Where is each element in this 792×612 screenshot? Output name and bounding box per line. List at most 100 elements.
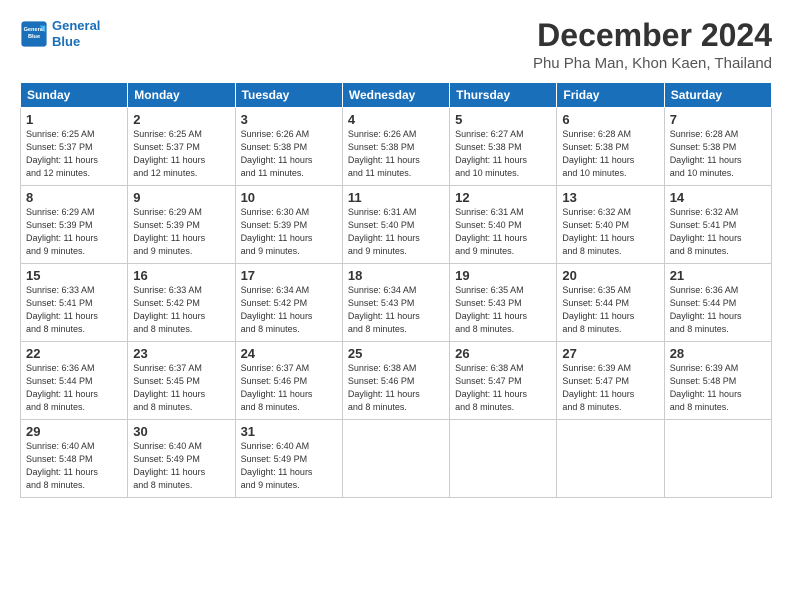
- week-row-2: 8Sunrise: 6:29 AM Sunset: 5:39 PM Daylig…: [21, 186, 772, 264]
- calendar-cell: [557, 420, 664, 498]
- day-info: Sunrise: 6:28 AM Sunset: 5:38 PM Dayligh…: [670, 128, 766, 180]
- calendar-cell: 29Sunrise: 6:40 AM Sunset: 5:48 PM Dayli…: [21, 420, 128, 498]
- calendar-cell: 13Sunrise: 6:32 AM Sunset: 5:40 PM Dayli…: [557, 186, 664, 264]
- day-info: Sunrise: 6:40 AM Sunset: 5:49 PM Dayligh…: [241, 440, 337, 492]
- logo-line1: General: [52, 18, 100, 34]
- day-number: 23: [133, 346, 229, 361]
- calendar-cell: 15Sunrise: 6:33 AM Sunset: 5:41 PM Dayli…: [21, 264, 128, 342]
- header-thursday: Thursday: [450, 83, 557, 108]
- svg-text:Blue: Blue: [28, 34, 40, 40]
- day-number: 22: [26, 346, 122, 361]
- week-row-3: 15Sunrise: 6:33 AM Sunset: 5:41 PM Dayli…: [21, 264, 772, 342]
- day-info: Sunrise: 6:39 AM Sunset: 5:47 PM Dayligh…: [562, 362, 658, 414]
- calendar-header-row: SundayMondayTuesdayWednesdayThursdayFrid…: [21, 83, 772, 108]
- week-row-4: 22Sunrise: 6:36 AM Sunset: 5:44 PM Dayli…: [21, 342, 772, 420]
- calendar: SundayMondayTuesdayWednesdayThursdayFrid…: [20, 82, 772, 498]
- logo-line2: Blue: [52, 34, 100, 50]
- calendar-cell: 19Sunrise: 6:35 AM Sunset: 5:43 PM Dayli…: [450, 264, 557, 342]
- logo-icon: General Blue: [20, 20, 48, 48]
- calendar-cell: [342, 420, 449, 498]
- header-tuesday: Tuesday: [235, 83, 342, 108]
- header-sunday: Sunday: [21, 83, 128, 108]
- day-number: 10: [241, 190, 337, 205]
- day-info: Sunrise: 6:29 AM Sunset: 5:39 PM Dayligh…: [133, 206, 229, 258]
- day-info: Sunrise: 6:32 AM Sunset: 5:40 PM Dayligh…: [562, 206, 658, 258]
- header-monday: Monday: [128, 83, 235, 108]
- calendar-cell: 3Sunrise: 6:26 AM Sunset: 5:38 PM Daylig…: [235, 108, 342, 186]
- day-number: 2: [133, 112, 229, 127]
- calendar-cell: 21Sunrise: 6:36 AM Sunset: 5:44 PM Dayli…: [664, 264, 771, 342]
- calendar-cell: 2Sunrise: 6:25 AM Sunset: 5:37 PM Daylig…: [128, 108, 235, 186]
- day-info: Sunrise: 6:28 AM Sunset: 5:38 PM Dayligh…: [562, 128, 658, 180]
- week-row-1: 1Sunrise: 6:25 AM Sunset: 5:37 PM Daylig…: [21, 108, 772, 186]
- day-number: 14: [670, 190, 766, 205]
- calendar-cell: 10Sunrise: 6:30 AM Sunset: 5:39 PM Dayli…: [235, 186, 342, 264]
- day-number: 13: [562, 190, 658, 205]
- calendar-cell: 8Sunrise: 6:29 AM Sunset: 5:39 PM Daylig…: [21, 186, 128, 264]
- calendar-cell: 5Sunrise: 6:27 AM Sunset: 5:38 PM Daylig…: [450, 108, 557, 186]
- day-number: 15: [26, 268, 122, 283]
- day-info: Sunrise: 6:34 AM Sunset: 5:43 PM Dayligh…: [348, 284, 444, 336]
- calendar-cell: 22Sunrise: 6:36 AM Sunset: 5:44 PM Dayli…: [21, 342, 128, 420]
- day-number: 25: [348, 346, 444, 361]
- day-info: Sunrise: 6:40 AM Sunset: 5:49 PM Dayligh…: [133, 440, 229, 492]
- day-number: 20: [562, 268, 658, 283]
- day-info: Sunrise: 6:37 AM Sunset: 5:46 PM Dayligh…: [241, 362, 337, 414]
- day-number: 1: [26, 112, 122, 127]
- day-info: Sunrise: 6:34 AM Sunset: 5:42 PM Dayligh…: [241, 284, 337, 336]
- calendar-cell: 24Sunrise: 6:37 AM Sunset: 5:46 PM Dayli…: [235, 342, 342, 420]
- calendar-cell: 6Sunrise: 6:28 AM Sunset: 5:38 PM Daylig…: [557, 108, 664, 186]
- header-friday: Friday: [557, 83, 664, 108]
- day-info: Sunrise: 6:39 AM Sunset: 5:48 PM Dayligh…: [670, 362, 766, 414]
- calendar-cell: 1Sunrise: 6:25 AM Sunset: 5:37 PM Daylig…: [21, 108, 128, 186]
- header-wednesday: Wednesday: [342, 83, 449, 108]
- calendar-cell: 7Sunrise: 6:28 AM Sunset: 5:38 PM Daylig…: [664, 108, 771, 186]
- calendar-cell: 12Sunrise: 6:31 AM Sunset: 5:40 PM Dayli…: [450, 186, 557, 264]
- day-number: 4: [348, 112, 444, 127]
- title-block: December 2024 Phu Pha Man, Khon Kaen, Th…: [533, 18, 772, 72]
- day-number: 16: [133, 268, 229, 283]
- day-info: Sunrise: 6:30 AM Sunset: 5:39 PM Dayligh…: [241, 206, 337, 258]
- day-number: 29: [26, 424, 122, 439]
- day-info: Sunrise: 6:36 AM Sunset: 5:44 PM Dayligh…: [670, 284, 766, 336]
- day-info: Sunrise: 6:26 AM Sunset: 5:38 PM Dayligh…: [241, 128, 337, 180]
- header-saturday: Saturday: [664, 83, 771, 108]
- calendar-cell: 20Sunrise: 6:35 AM Sunset: 5:44 PM Dayli…: [557, 264, 664, 342]
- main-title: December 2024: [533, 18, 772, 53]
- day-number: 21: [670, 268, 766, 283]
- day-number: 28: [670, 346, 766, 361]
- calendar-cell: [664, 420, 771, 498]
- calendar-cell: 16Sunrise: 6:33 AM Sunset: 5:42 PM Dayli…: [128, 264, 235, 342]
- day-number: 11: [348, 190, 444, 205]
- day-number: 18: [348, 268, 444, 283]
- day-number: 31: [241, 424, 337, 439]
- day-number: 26: [455, 346, 551, 361]
- calendar-cell: 9Sunrise: 6:29 AM Sunset: 5:39 PM Daylig…: [128, 186, 235, 264]
- day-number: 7: [670, 112, 766, 127]
- calendar-cell: 27Sunrise: 6:39 AM Sunset: 5:47 PM Dayli…: [557, 342, 664, 420]
- logo-text: General Blue: [52, 18, 100, 49]
- day-number: 17: [241, 268, 337, 283]
- day-info: Sunrise: 6:26 AM Sunset: 5:38 PM Dayligh…: [348, 128, 444, 180]
- day-info: Sunrise: 6:37 AM Sunset: 5:45 PM Dayligh…: [133, 362, 229, 414]
- calendar-cell: 30Sunrise: 6:40 AM Sunset: 5:49 PM Dayli…: [128, 420, 235, 498]
- calendar-cell: 31Sunrise: 6:40 AM Sunset: 5:49 PM Dayli…: [235, 420, 342, 498]
- day-info: Sunrise: 6:36 AM Sunset: 5:44 PM Dayligh…: [26, 362, 122, 414]
- week-row-5: 29Sunrise: 6:40 AM Sunset: 5:48 PM Dayli…: [21, 420, 772, 498]
- day-number: 30: [133, 424, 229, 439]
- day-info: Sunrise: 6:35 AM Sunset: 5:44 PM Dayligh…: [562, 284, 658, 336]
- day-info: Sunrise: 6:29 AM Sunset: 5:39 PM Dayligh…: [26, 206, 122, 258]
- subtitle: Phu Pha Man, Khon Kaen, Thailand: [533, 55, 772, 72]
- day-number: 9: [133, 190, 229, 205]
- calendar-cell: 11Sunrise: 6:31 AM Sunset: 5:40 PM Dayli…: [342, 186, 449, 264]
- day-number: 24: [241, 346, 337, 361]
- day-info: Sunrise: 6:35 AM Sunset: 5:43 PM Dayligh…: [455, 284, 551, 336]
- calendar-cell: 23Sunrise: 6:37 AM Sunset: 5:45 PM Dayli…: [128, 342, 235, 420]
- calendar-cell: 26Sunrise: 6:38 AM Sunset: 5:47 PM Dayli…: [450, 342, 557, 420]
- day-info: Sunrise: 6:38 AM Sunset: 5:47 PM Dayligh…: [455, 362, 551, 414]
- day-info: Sunrise: 6:31 AM Sunset: 5:40 PM Dayligh…: [455, 206, 551, 258]
- calendar-cell: 28Sunrise: 6:39 AM Sunset: 5:48 PM Dayli…: [664, 342, 771, 420]
- calendar-cell: [450, 420, 557, 498]
- day-info: Sunrise: 6:33 AM Sunset: 5:42 PM Dayligh…: [133, 284, 229, 336]
- day-number: 8: [26, 190, 122, 205]
